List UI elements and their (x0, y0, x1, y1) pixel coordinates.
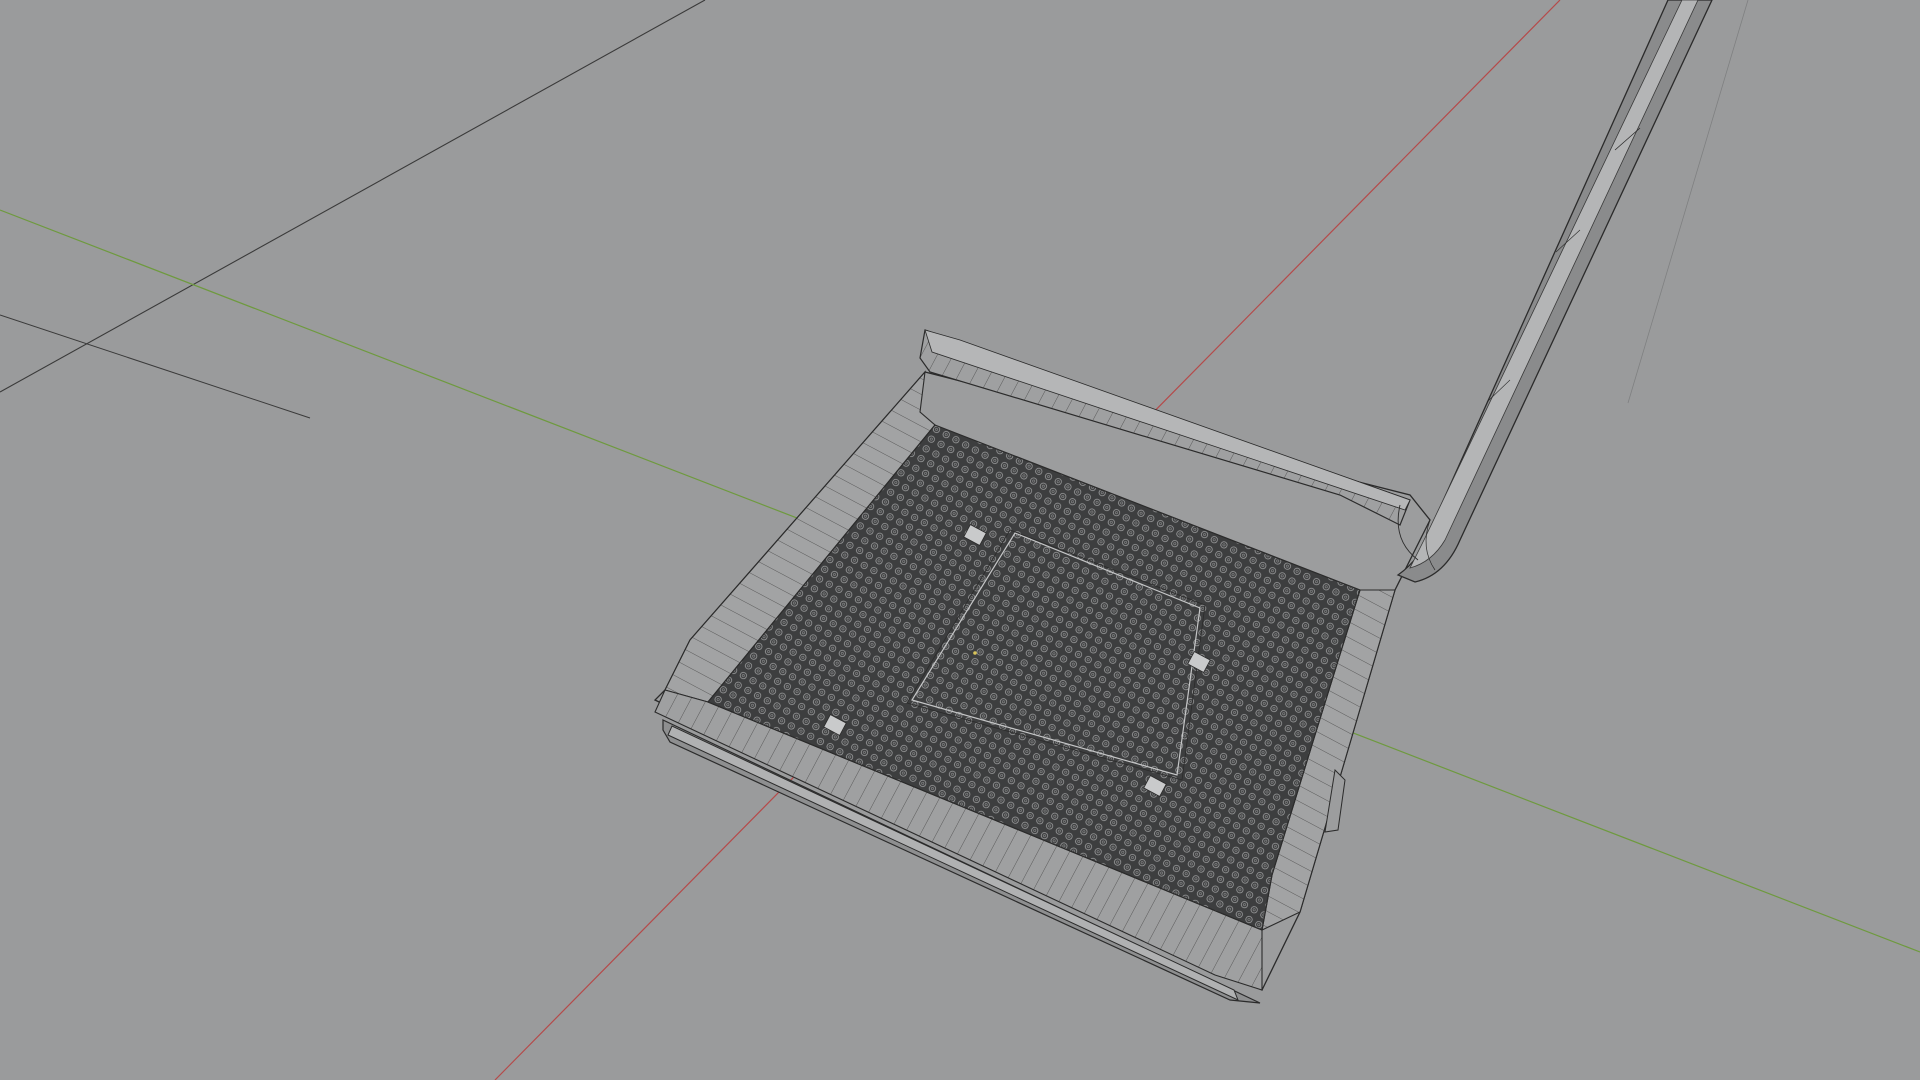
cpu-socket-model[interactable] (653, 0, 1713, 1004)
3d-viewport[interactable] (0, 0, 1920, 1080)
socket-retention-lever[interactable] (1396, 0, 1713, 583)
viewport-canvas[interactable] (0, 0, 1920, 1080)
object-pivot-marker (973, 651, 977, 655)
construction-grid (0, 0, 1749, 419)
